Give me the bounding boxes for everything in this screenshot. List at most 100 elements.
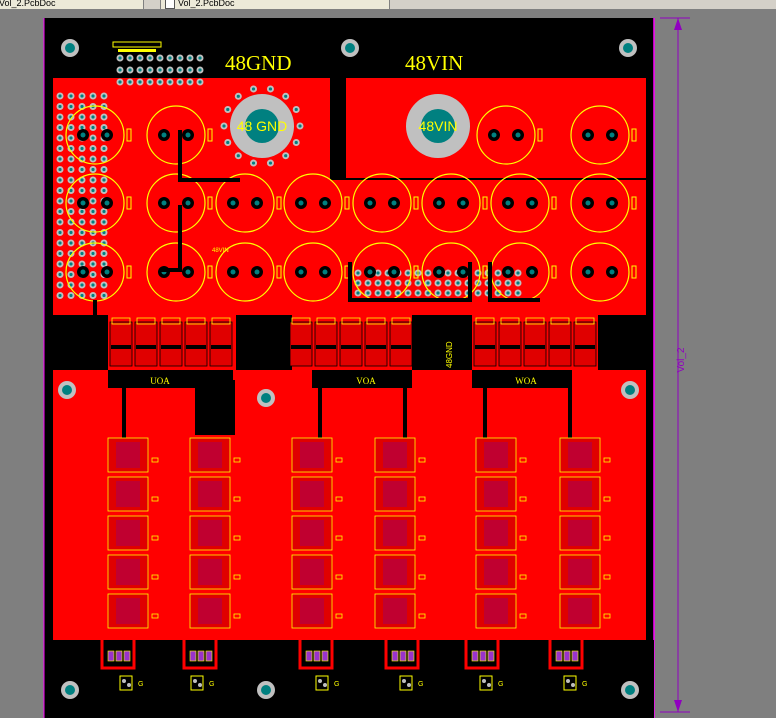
dimension-text: Vol_2 <box>676 347 687 372</box>
mosfet <box>314 317 338 367</box>
via <box>89 197 97 205</box>
via <box>67 229 75 236</box>
via <box>136 66 144 74</box>
pad-48gnd[interactable]: 48 GND <box>230 94 294 158</box>
via <box>494 279 502 287</box>
via <box>504 289 512 297</box>
mosfet <box>289 317 313 367</box>
via <box>89 176 97 184</box>
via <box>224 138 232 146</box>
via <box>56 113 64 121</box>
mounting-hole <box>58 381 76 399</box>
via <box>166 78 174 86</box>
gate-label: G <box>138 681 143 688</box>
mosfet <box>364 317 388 367</box>
via <box>394 289 402 297</box>
via <box>166 54 174 62</box>
via <box>126 54 134 62</box>
via <box>354 269 362 277</box>
mosfet <box>134 317 158 367</box>
via <box>89 124 97 131</box>
via <box>78 208 86 215</box>
via <box>56 250 64 257</box>
via <box>266 159 274 167</box>
via <box>56 166 64 173</box>
mounting-hole <box>621 381 639 399</box>
gate-label: G <box>209 681 214 688</box>
via <box>384 289 392 297</box>
via <box>56 281 64 289</box>
via <box>234 152 242 160</box>
mosfet <box>339 317 363 367</box>
via <box>89 113 97 121</box>
via <box>434 289 442 297</box>
via <box>514 289 522 297</box>
via <box>504 279 512 287</box>
via <box>186 66 194 74</box>
via <box>89 166 97 173</box>
mosfet <box>548 317 572 367</box>
via <box>166 66 174 74</box>
gate-label: G <box>498 681 503 688</box>
via <box>454 279 462 287</box>
via <box>89 250 97 257</box>
via <box>89 187 97 194</box>
via <box>67 239 75 247</box>
via <box>220 122 228 130</box>
via <box>296 122 304 130</box>
via <box>100 166 108 173</box>
via <box>67 292 75 299</box>
via <box>444 279 452 287</box>
via <box>78 187 86 194</box>
via <box>100 292 108 299</box>
via <box>136 54 144 62</box>
mosfet <box>389 317 413 367</box>
via <box>100 92 108 100</box>
via <box>444 289 452 297</box>
via <box>434 279 442 287</box>
via <box>67 176 75 184</box>
via <box>404 289 412 297</box>
via <box>56 239 64 247</box>
via <box>78 166 86 173</box>
pcb-canvas[interactable]: Vol_2 48GND 48VIN 48 GND 48VIN UOA VOA W… <box>0 0 776 718</box>
mounting-hole <box>621 681 639 699</box>
via <box>116 78 124 86</box>
via <box>100 176 108 184</box>
center-net-label: 48GND <box>445 341 454 368</box>
via <box>56 229 64 236</box>
via <box>250 159 258 167</box>
via <box>126 78 134 86</box>
via <box>374 289 382 297</box>
via <box>156 54 164 62</box>
via <box>364 279 372 287</box>
via <box>56 208 64 215</box>
pad-48vin[interactable]: 48VIN <box>406 94 470 158</box>
mosfet <box>209 317 233 367</box>
via <box>514 269 522 277</box>
mounting-hole <box>341 39 359 57</box>
via <box>176 54 184 62</box>
via <box>374 279 382 287</box>
via <box>78 250 86 257</box>
mosfet <box>184 317 208 367</box>
via <box>56 176 64 184</box>
via <box>56 218 64 226</box>
via <box>56 197 64 205</box>
via <box>56 292 64 299</box>
via <box>156 78 164 86</box>
via <box>89 208 97 215</box>
via <box>196 78 204 86</box>
gate-label: G <box>582 681 587 688</box>
net-label-48vin: 48VIN <box>405 51 463 75</box>
mosfet <box>473 317 497 367</box>
via <box>424 269 432 277</box>
mounting-hole <box>61 39 79 57</box>
via <box>56 145 64 152</box>
mounting-hole <box>61 681 79 699</box>
via <box>146 66 154 74</box>
pad-label-48gnd: 48 GND <box>237 118 288 134</box>
via <box>67 155 75 163</box>
via <box>454 289 462 297</box>
via <box>414 289 422 297</box>
